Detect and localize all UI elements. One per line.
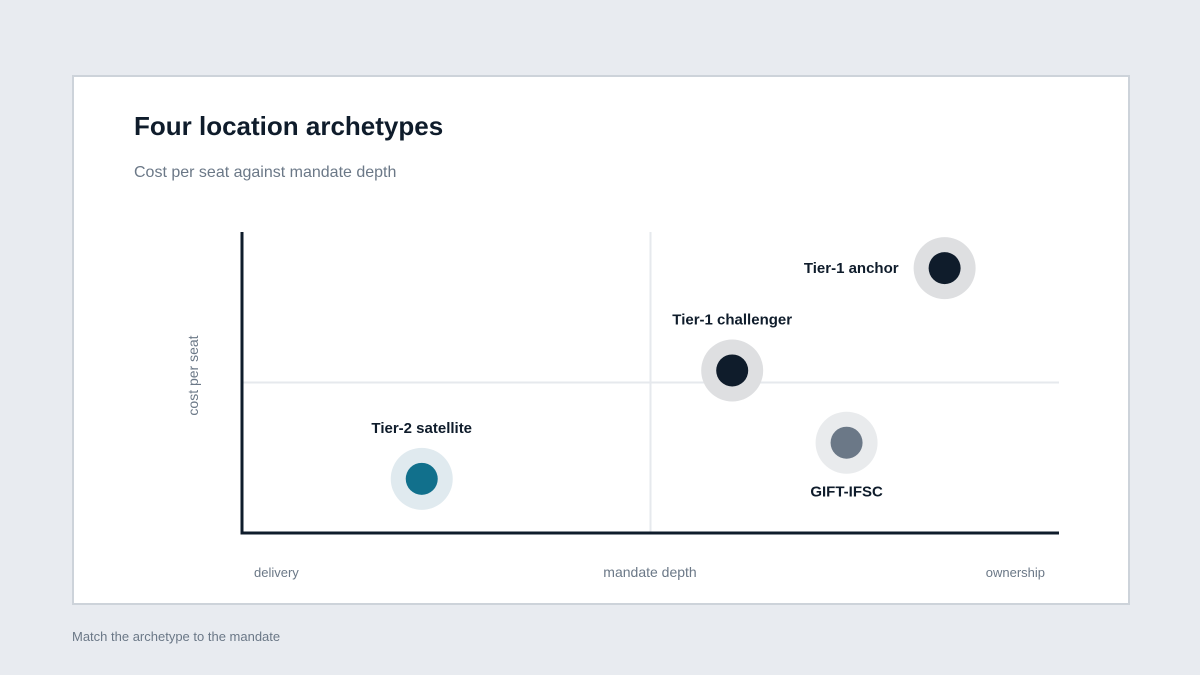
point-label: GIFT-IFSC bbox=[810, 484, 883, 501]
y-axis-label: cost per seat bbox=[185, 335, 201, 415]
scatter-plot: cost per seat delivery mandate depth own… bbox=[185, 232, 1059, 580]
point-label: Tier-1 anchor bbox=[804, 260, 899, 277]
point-label: Tier-1 challenger bbox=[672, 311, 792, 328]
x-axis-high-label: ownership bbox=[986, 565, 1045, 580]
x-axis-label: mandate depth bbox=[603, 564, 696, 580]
footer-note: Match the archetype to the mandate bbox=[72, 629, 281, 644]
data-point-tier-1-anchor: Tier-1 anchor bbox=[804, 237, 976, 300]
point-marker bbox=[405, 462, 438, 495]
point-marker bbox=[716, 354, 749, 387]
point-label: Tier-2 satellite bbox=[371, 420, 472, 437]
x-axis-low-label: delivery bbox=[254, 565, 299, 580]
data-points: Tier-1 anchor Tier-1 challenger GIFT-IFSC T… bbox=[371, 237, 976, 510]
chart-card: Four location archetypes Cost per seat a… bbox=[72, 75, 1130, 605]
data-point-tier-2-satellite: Tier-2 satellite bbox=[371, 420, 472, 510]
point-marker bbox=[830, 426, 863, 459]
point-marker bbox=[928, 252, 961, 285]
data-point-tier-1-challenger: Tier-1 challenger bbox=[672, 311, 792, 402]
data-point-gift-ifsc: GIFT-IFSC bbox=[810, 411, 883, 501]
